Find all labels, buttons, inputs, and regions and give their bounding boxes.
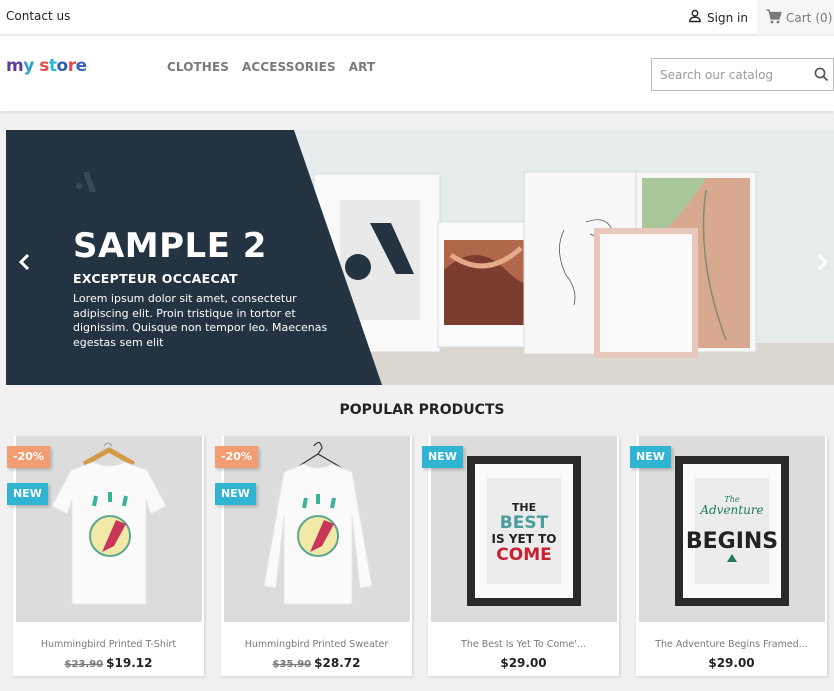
- product-name[interactable]: The Best Is Yet To Come'...: [428, 639, 619, 650]
- contact-us-link[interactable]: Contact us: [6, 9, 70, 23]
- svg-text:Adventure: Adventure: [699, 503, 763, 517]
- store-logo[interactable]: my store: [6, 56, 87, 76]
- sign-in-link[interactable]: Sign in: [688, 9, 748, 26]
- search-input[interactable]: [652, 59, 802, 90]
- discount-badge: -20%: [215, 446, 258, 468]
- new-badge: NEW: [7, 483, 48, 505]
- svg-text:IS YET TO: IS YET TO: [492, 532, 557, 546]
- menu-item-clothes[interactable]: CLOTHES: [167, 60, 229, 74]
- search-box: [651, 58, 834, 91]
- menu-item-art[interactable]: ART: [349, 60, 375, 74]
- chevron-right-icon: [817, 253, 829, 271]
- product-name[interactable]: Hummingbird Printed T-Shirt: [13, 639, 204, 650]
- hero-subtitle: EXCEPTEUR OCCAECAT: [73, 271, 238, 286]
- discount-badge: -20%: [7, 446, 50, 468]
- top-nav: Contact us Sign in Cart (0): [0, 0, 834, 35]
- popular-products-title: POPULAR PRODUCTS: [339, 402, 505, 418]
- new-badge: NEW: [630, 446, 671, 468]
- search-icon[interactable]: [814, 67, 829, 86]
- cart-label: Cart: [786, 10, 812, 25]
- regular-price: $23.90: [64, 659, 104, 670]
- svg-text:The: The: [724, 495, 739, 504]
- hero-title: SAMPLE 2: [73, 226, 267, 266]
- regular-price: $35.90: [272, 659, 312, 670]
- slider-next-button[interactable]: [814, 252, 830, 276]
- chevron-left-icon: [18, 253, 30, 271]
- hero-slider[interactable]: SAMPLE 2 EXCEPTEUR OCCAECAT Lorem ipsum …: [6, 130, 834, 385]
- product-price: $29.00: [500, 656, 547, 670]
- product-name[interactable]: The Adventure Begins Framed...: [636, 639, 827, 650]
- product-price: $19.12: [106, 656, 153, 670]
- product-card[interactable]: -20% NEW Hummingbird Printed T-Shirt $23…: [7, 436, 204, 676]
- product-card[interactable]: -20% NEW Hummingbird Printed Sweater $35…: [215, 436, 412, 676]
- svg-text:COME: COME: [496, 545, 551, 565]
- new-badge: NEW: [215, 483, 256, 505]
- menu-item-accessories[interactable]: ACCESSORIES: [242, 60, 336, 74]
- cart-icon: [766, 8, 782, 27]
- slider-prev-button[interactable]: [17, 252, 33, 276]
- hero-description: Lorem ipsum dolor sit amet, consectetur …: [73, 292, 328, 350]
- user-icon: [688, 9, 702, 26]
- product-name[interactable]: Hummingbird Printed Sweater: [221, 639, 412, 650]
- sign-in-label: Sign in: [707, 10, 748, 25]
- svg-text:BEST: BEST: [500, 513, 549, 533]
- product-price-block: $35.90 $28.72: [221, 656, 412, 670]
- svg-text:BEGINS: BEGINS: [686, 529, 778, 554]
- header: my store CLOTHES ACCESSORIES ART: [0, 36, 834, 111]
- main-menu: CLOTHES ACCESSORIES ART: [167, 60, 375, 74]
- new-badge: NEW: [422, 446, 463, 468]
- product-card[interactable]: Adventure The BEGINS NEW The Adventure B…: [630, 436, 827, 676]
- cart-button[interactable]: Cart (0): [757, 0, 834, 35]
- product-price-block: $23.90 $19.12: [13, 656, 204, 670]
- product-price-block: $29.00: [636, 656, 827, 670]
- product-card[interactable]: THE BEST IS YET TO COME NEW The Best Is …: [422, 436, 619, 676]
- product-price-block: $29.00: [428, 656, 619, 670]
- product-price: $29.00: [708, 656, 755, 670]
- cart-count: (0): [815, 10, 833, 25]
- product-price: $28.72: [314, 656, 361, 670]
